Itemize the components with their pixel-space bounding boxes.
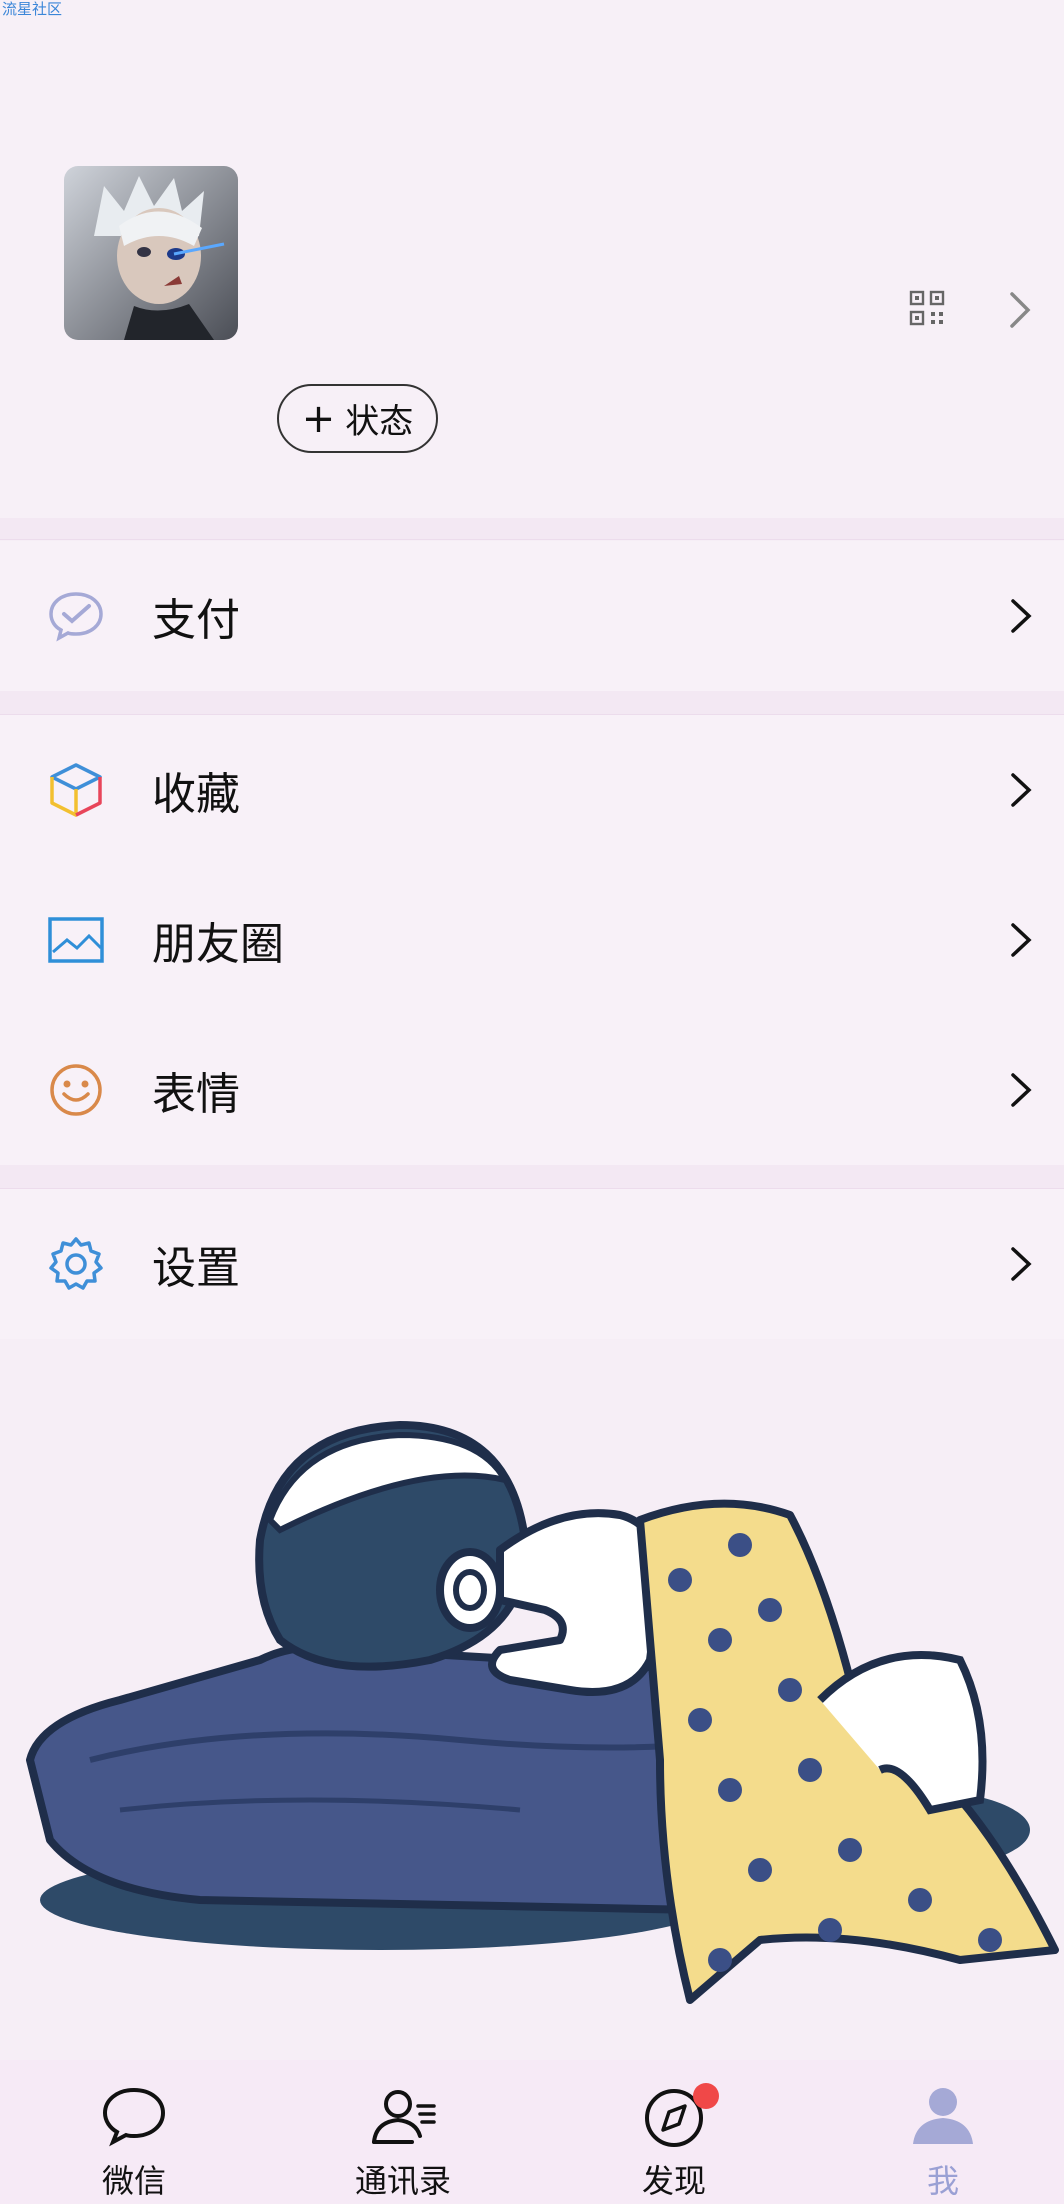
menu-item-pay[interactable]: 支付 xyxy=(0,541,1064,691)
avatar[interactable] xyxy=(64,166,238,340)
favorites-cube-icon xyxy=(46,760,106,820)
menu-item-moments[interactable]: 朋友圈 xyxy=(0,865,1064,1015)
menu-item-settings[interactable]: 设置 xyxy=(0,1189,1064,1339)
contacts-icon xyxy=(372,2090,436,2144)
chevron-right-icon xyxy=(1011,1247,1032,1281)
sleeping-astronaut-illustration xyxy=(26,1420,1059,2004)
menu-label-moments: 朋友圈 xyxy=(152,919,284,970)
profile-header: + 状态 xyxy=(0,0,1064,518)
tab-label-contacts: 通讯录 xyxy=(354,2162,451,2200)
tab-label-chats: 微信 xyxy=(101,2162,166,2200)
watermark-text: 流星社区 xyxy=(2,0,63,18)
chat-bubble-icon xyxy=(102,2087,166,2147)
tab-label-discover: 发现 xyxy=(641,2162,706,2200)
add-status-button[interactable]: + 状态 xyxy=(277,384,438,453)
notification-badge xyxy=(693,2083,719,2109)
chevron-right-icon xyxy=(1011,773,1032,807)
pay-icon xyxy=(46,586,106,646)
menu-label-favorites: 收藏 xyxy=(152,769,240,820)
smiley-icon xyxy=(46,1060,106,1120)
bottom-tab-bar: 微信 通讯录 发现 我 xyxy=(0,2060,1064,2204)
section-divider xyxy=(0,518,1064,540)
plus-icon: + xyxy=(301,395,336,442)
status-button-label: 状态 xyxy=(345,402,414,442)
moments-image-icon xyxy=(46,910,106,970)
tab-contacts[interactable]: 通讯录 xyxy=(303,2060,503,2204)
me-page: + 状态 支付 收藏 朋友圈 表情 设置 微信 通讯录 发现 我 流星社区 xyxy=(0,0,1064,2204)
menu-item-stickers[interactable]: 表情 xyxy=(0,1015,1064,1165)
tab-discover[interactable]: 发现 xyxy=(574,2060,774,2204)
tab-label-me: 我 xyxy=(926,2162,959,2200)
menu-label-stickers: 表情 xyxy=(152,1069,240,1120)
section-divider xyxy=(0,691,1064,715)
section-divider xyxy=(0,1165,1064,1189)
chevron-right-icon xyxy=(1011,599,1032,633)
chevron-right-icon[interactable] xyxy=(1006,290,1034,330)
chevron-right-icon xyxy=(1011,1073,1032,1107)
menu-label-pay: 支付 xyxy=(152,595,240,646)
tab-me[interactable]: 我 xyxy=(843,2060,1043,2204)
qr-code-icon[interactable] xyxy=(909,290,945,326)
gear-icon xyxy=(46,1234,106,1294)
chevron-right-icon xyxy=(1011,923,1032,957)
person-icon xyxy=(913,2088,973,2144)
tab-chats[interactable]: 微信 xyxy=(34,2060,234,2204)
menu-label-settings: 设置 xyxy=(152,1243,240,1294)
menu-item-favorites[interactable]: 收藏 xyxy=(0,715,1064,865)
